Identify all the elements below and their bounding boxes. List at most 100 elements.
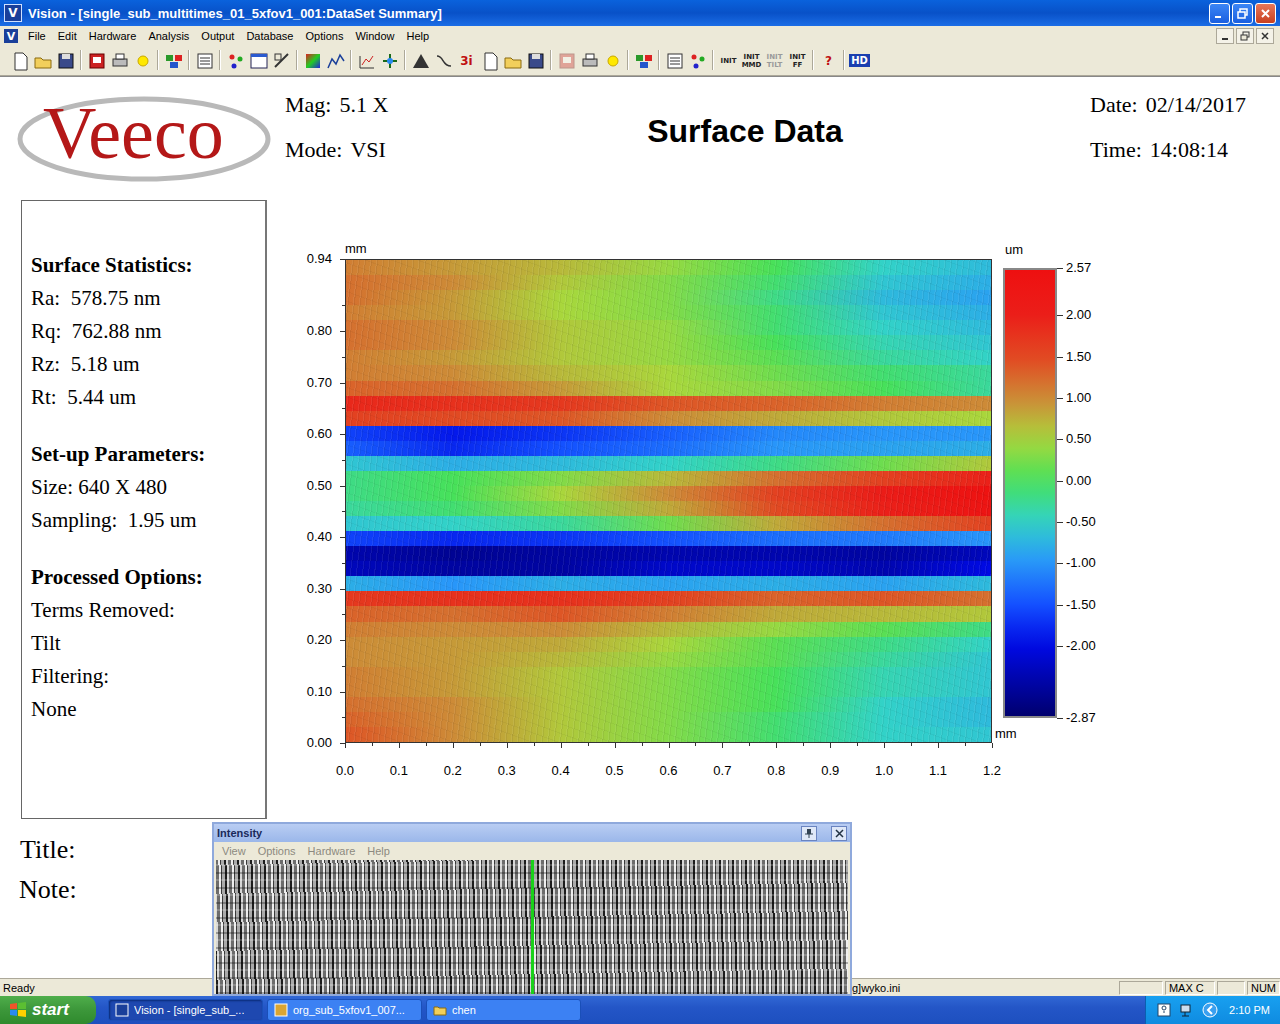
toolbar-button[interactable] — [632, 49, 655, 72]
intensity-close-button[interactable] — [831, 826, 847, 841]
toolbar-icon — [226, 51, 246, 71]
toolbar-separator — [77, 50, 85, 72]
menu-item[interactable]: File — [22, 29, 52, 43]
veeco-logo: Veeco — [15, 91, 273, 183]
task-icon — [274, 1003, 288, 1017]
toolbar-separator — [547, 50, 555, 72]
color-scale-label: 0.50 — [1066, 431, 1091, 447]
toolbar-button[interactable] — [524, 49, 547, 72]
toolbar-button[interactable] — [162, 49, 185, 72]
toolbar-label: INIT FF — [787, 53, 809, 69]
height-row — [346, 305, 991, 320]
menu-item[interactable]: Help — [401, 29, 436, 43]
menu-item[interactable]: Edit — [52, 29, 83, 43]
toolbar-separator — [154, 50, 162, 72]
toolbar-button[interactable]: INIT MMD — [740, 49, 763, 72]
toolbar-button[interactable] — [355, 49, 378, 72]
toolbar-icon — [195, 51, 215, 71]
toolbar-icon — [56, 51, 76, 71]
x-minor-tick — [749, 743, 750, 746]
toolbar-button[interactable]: ? — [817, 49, 840, 72]
taskbar-button[interactable]: chen — [426, 999, 581, 1021]
toolbar-button[interactable] — [85, 49, 108, 72]
toolbar-button[interactable] — [601, 49, 624, 72]
menu-item[interactable]: Output — [195, 29, 240, 43]
system-tray: 2:10 PM — [1145, 996, 1280, 1024]
intensity-window[interactable]: IntensityViewOptionsHardwareHelp — [212, 822, 852, 996]
toolbar-icon — [133, 51, 153, 71]
start-button[interactable]: start — [0, 996, 96, 1024]
y-tick-label: 0.10 — [288, 684, 332, 700]
toolbar-button[interactable] — [8, 49, 31, 72]
toolbar-button[interactable] — [686, 49, 709, 72]
menu-item[interactable]: Window — [349, 29, 400, 43]
toolbar-button[interactable]: HD — [848, 49, 871, 72]
menu-item[interactable]: Analysis — [142, 29, 195, 43]
show-hidden-icons-icon[interactable] — [1202, 1002, 1218, 1018]
toolbar-button[interactable] — [224, 49, 247, 72]
doc-restore-button[interactable] — [1236, 28, 1254, 44]
toolbar-button[interactable] — [555, 49, 578, 72]
intensity-menu-item[interactable]: Help — [361, 845, 396, 857]
toolbar-button[interactable] — [663, 49, 686, 72]
height-row — [346, 682, 991, 697]
menu-item[interactable]: Options — [299, 29, 349, 43]
intensity-cursor[interactable] — [531, 860, 534, 994]
toolbar-button[interactable] — [478, 49, 501, 72]
section-line: Filtering: — [31, 660, 259, 693]
close-button[interactable] — [1255, 3, 1276, 24]
toolbar-button[interactable]: INIT — [717, 49, 740, 72]
magnification: Mag:5.1 X — [285, 92, 388, 118]
color-scale-tick — [1057, 357, 1063, 358]
x-unit: mm — [995, 727, 1017, 741]
network-icon[interactable] — [1179, 1002, 1195, 1018]
color-scale-label: 2.57 — [1066, 260, 1091, 276]
intensity-menu-item[interactable]: Options — [252, 845, 302, 857]
toolbar-button[interactable] — [270, 49, 293, 72]
taskbar-button[interactable]: Vision - [single_sub_... — [108, 999, 263, 1021]
y-minor-tick — [342, 305, 345, 306]
toolbar-button[interactable] — [324, 49, 347, 72]
toolbar-button[interactable]: INIT FF — [786, 49, 809, 72]
toolbar-button[interactable] — [54, 49, 77, 72]
menu-item[interactable]: Database — [240, 29, 299, 43]
toolbar-button[interactable] — [432, 49, 455, 72]
help-icon[interactable] — [1156, 1002, 1172, 1018]
logo-text: Veeco — [43, 93, 224, 173]
restore-button[interactable] — [1232, 3, 1253, 24]
toolbar-button[interactable] — [578, 49, 601, 72]
toolbar-separator — [185, 50, 193, 72]
toolbar-button[interactable] — [31, 49, 54, 72]
report-title: Surface Data — [575, 112, 915, 150]
toolbar-button[interactable] — [378, 49, 401, 72]
intensity-menu-item[interactable]: View — [216, 845, 252, 857]
height-row — [346, 561, 991, 576]
mode-label: Mode: — [285, 137, 342, 163]
toolbar-button[interactable] — [193, 49, 216, 72]
taskbar: start Vision - [single_sub_...org_sub_5xf… — [0, 996, 1280, 1024]
menu-item[interactable]: Hardware — [83, 29, 143, 43]
y-tick — [340, 692, 345, 693]
taskbar-button[interactable]: org_sub_5xfov1_007... — [267, 999, 422, 1021]
intensity-menu-item[interactable]: Hardware — [302, 845, 362, 857]
x-tick-label: 0.4 — [541, 763, 581, 779]
minimize-button[interactable] — [1209, 3, 1230, 24]
toolbar-icon — [557, 51, 577, 71]
toolbar-icon — [249, 51, 269, 71]
toolbar-button[interactable] — [247, 49, 270, 72]
toolbar-separator — [216, 50, 224, 72]
toolbar-button[interactable] — [301, 49, 324, 72]
section-line: Size: 640 X 480 — [31, 471, 259, 504]
toolbar-button[interactable] — [108, 49, 131, 72]
doc-minimize-button[interactable] — [1216, 28, 1234, 44]
doc-close-button[interactable] — [1256, 28, 1274, 44]
window-controls — [1209, 3, 1276, 24]
pin-button[interactable] — [801, 826, 817, 841]
toolbar-button[interactable]: 3i — [455, 49, 478, 72]
toolbar-button[interactable]: INIT TILT — [763, 49, 786, 72]
toolbar-separator — [293, 50, 301, 72]
color-scale-tick — [1057, 439, 1063, 440]
toolbar-button[interactable] — [409, 49, 432, 72]
toolbar-button[interactable] — [501, 49, 524, 72]
toolbar-button[interactable] — [131, 49, 154, 72]
